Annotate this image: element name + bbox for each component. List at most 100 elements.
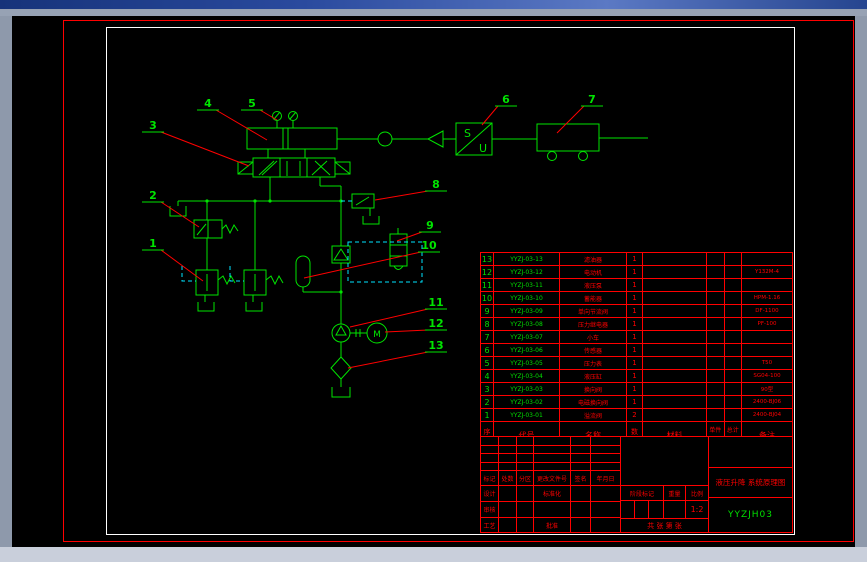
bom-row: 1 YYZJ-03-01 溢流阀 2 2400-BJ04	[481, 409, 792, 422]
bom-cell: 1	[627, 344, 643, 356]
bom-cell	[725, 253, 742, 265]
bom-cell: 1	[627, 253, 643, 265]
bom-cell	[742, 253, 792, 265]
bom-cell: 1	[627, 396, 643, 408]
revision-cell	[591, 445, 621, 454]
revision-cell	[534, 437, 571, 446]
bom-cell: 8	[481, 318, 494, 330]
drawing-number-text: YYZJH03	[727, 510, 774, 520]
bom-cell: 液压泵	[560, 279, 627, 291]
bom-row: 5 YYZJ-03-05 压力表 1 T50	[481, 357, 792, 370]
bom-cell	[707, 305, 725, 317]
bom-cell	[707, 357, 725, 369]
tb-cell	[534, 502, 571, 518]
bom-cell: YYZJ-03-12	[494, 266, 560, 278]
bom-cell: Y132M-4	[754, 269, 780, 275]
tb-cell	[571, 518, 591, 532]
window-titlebar[interactable]	[0, 0, 867, 9]
revision-cell	[481, 454, 499, 463]
tb-cell	[571, 502, 591, 518]
cad-application-window: 1 2 3 4 5 6 7 8 9 10 11 12 13 S U M 13 YYZJ-03-13 滤油器 1…	[0, 0, 867, 562]
revision-cell	[517, 462, 534, 471]
tb-process: 工艺	[481, 518, 499, 532]
bom-cell: YYZJ-03-09	[494, 305, 560, 317]
bom-cell: 3	[481, 383, 494, 395]
bom-row: 11 YYZJ-03-11 液压泵 1	[481, 279, 792, 292]
bom-cell: 1	[627, 305, 643, 317]
bom-cell: 1	[627, 357, 643, 369]
bom-cell	[725, 409, 742, 421]
bom-cell: 11	[481, 279, 494, 291]
bom-cell	[725, 357, 742, 369]
bom-cell	[707, 266, 725, 278]
revision-cell	[534, 454, 571, 463]
bom-cell	[643, 344, 707, 356]
bom-cell: 7	[481, 331, 494, 343]
revision-cell	[571, 445, 591, 454]
bom-cell: YYZJ-03-13	[494, 253, 560, 265]
tb-date: 年月日	[591, 471, 621, 486]
revision-cell	[481, 462, 499, 471]
bom-cell	[643, 279, 707, 291]
bom-cell: 5	[481, 357, 494, 369]
bom-cell	[643, 409, 707, 421]
tb-cell	[664, 501, 686, 519]
bom-cell	[725, 370, 742, 382]
tb-blank-box	[621, 437, 709, 486]
tb-cell	[591, 518, 621, 532]
revision-cell	[571, 454, 591, 463]
tb-count: 处数	[499, 471, 517, 486]
bom-cell: 2	[627, 409, 643, 421]
tb-design: 设计	[481, 486, 499, 502]
tb-cell	[517, 502, 534, 518]
tb-cell	[499, 502, 517, 518]
bom-cell	[742, 279, 792, 291]
tb-cell	[499, 518, 517, 532]
bom-cell: YYZJ-03-04	[494, 370, 560, 382]
bom-cell: 1	[627, 266, 643, 278]
tb-cell	[591, 502, 621, 518]
bom-row: 10 YYZJ-03-10 蓄能器 1 HPM-1.16	[481, 292, 792, 305]
bom-cell: YYZJ-03-06	[494, 344, 560, 356]
tb-scale-label: 比例	[686, 486, 709, 501]
bom-cell: 10	[481, 292, 494, 304]
bom-cell: 蓄能器	[560, 292, 627, 304]
tb-zone: 分区	[517, 471, 534, 486]
bom-cell: 电动机	[560, 266, 627, 278]
bom-cell: YYZJ-03-03	[494, 383, 560, 395]
bom-cell: 1	[627, 279, 643, 291]
revision-cell	[481, 445, 499, 454]
bom-cell: YYZJ-03-05	[494, 357, 560, 369]
revision-cell	[481, 437, 499, 446]
bom-cell	[725, 344, 742, 356]
bom-cell	[725, 305, 742, 317]
bom-cell	[707, 318, 725, 330]
title-block: 标记 处数 分区 更改文件号 签名 年月日 设计 标准化 审核 工艺 批准 阶段…	[480, 436, 793, 533]
bom-cell: 1	[627, 318, 643, 330]
revision-cell	[499, 445, 517, 454]
tb-check: 审核	[481, 502, 499, 518]
revision-cell	[591, 437, 621, 446]
bom-cell	[643, 396, 707, 408]
bom-cell: DF-1100	[755, 308, 779, 314]
window-subbar	[0, 9, 867, 16]
tb-cell	[571, 486, 591, 502]
bom-cell: 1	[627, 383, 643, 395]
bom-cell: YYZJ-03-02	[494, 396, 560, 408]
bom-cell	[707, 409, 725, 421]
bom-cell	[643, 370, 707, 382]
tb-cell	[621, 501, 635, 519]
bom-cell: 4	[481, 370, 494, 382]
bom-cell: YYZJ-03-10	[494, 292, 560, 304]
bom-cell	[725, 331, 742, 343]
tb-weight: 重量	[664, 486, 686, 501]
revision-cell	[571, 462, 591, 471]
bom-cell	[643, 357, 707, 369]
bom-cell: T50	[761, 360, 773, 366]
bom-cell	[725, 396, 742, 408]
bom-cell	[725, 279, 742, 291]
revision-cell	[517, 445, 534, 454]
bom-cell	[707, 370, 725, 382]
drawing-title-text: 液压升降 系统原理图	[715, 478, 786, 487]
parts-list-table: 13 YYZJ-03-13 滤油器 1 12 YYZJ-03-12 电动机 1 Y132M-4 1…	[480, 252, 793, 451]
